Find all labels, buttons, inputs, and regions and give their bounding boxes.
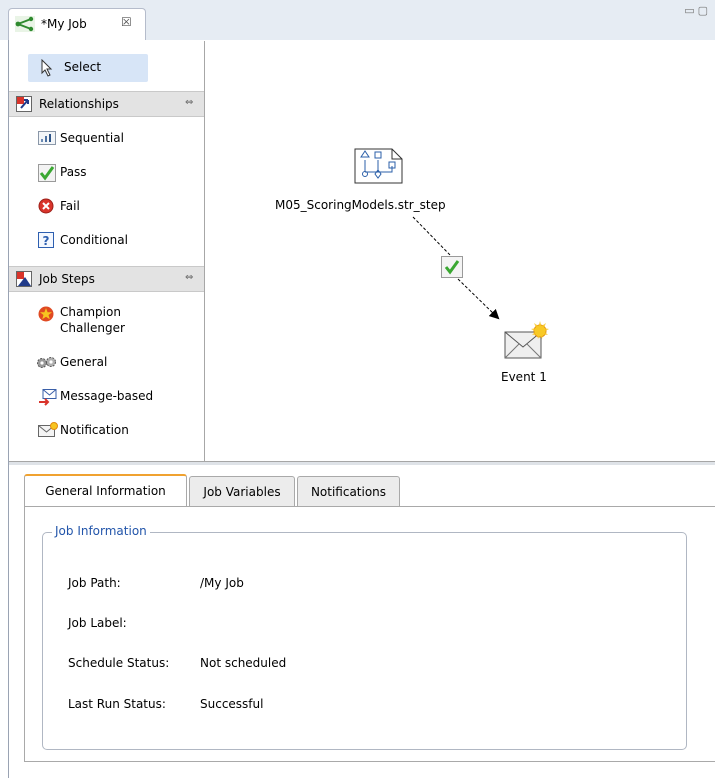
tab-label: Job Variables: [203, 485, 281, 499]
field-label-job-path: Job Path:: [68, 576, 121, 590]
field-value-job-path: /My Job: [200, 576, 244, 590]
tab-job-variables[interactable]: Job Variables: [189, 476, 295, 506]
field-value-last-run-status: Successful: [200, 697, 264, 711]
connector-line-segment[interactable]: [412, 216, 452, 257]
field-value-schedule-status: Not scheduled: [200, 656, 287, 670]
pass-check-icon[interactable]: [441, 256, 463, 278]
node-label[interactable]: M05_ScoringModels.str_step: [275, 198, 446, 212]
connector-lines: [412, 216, 500, 320]
tab-general-information[interactable]: General Information: [24, 474, 187, 506]
field-label-last-run-status: Last Run Status:: [68, 697, 166, 711]
group-title: Job Information: [52, 524, 150, 538]
tab-notifications[interactable]: Notifications: [297, 476, 400, 506]
field-label-job-label: Job Label:: [68, 616, 127, 630]
event-envelope-icon[interactable]: [504, 320, 550, 363]
node-label[interactable]: Event 1: [501, 370, 547, 384]
job-information-group: [42, 532, 687, 750]
tab-label: Notifications: [310, 485, 387, 499]
strategy-step-document-icon[interactable]: [354, 148, 404, 187]
field-label-schedule-status: Schedule Status:: [68, 656, 170, 670]
tab-label: General Information: [45, 484, 166, 498]
connector-line-segment[interactable]: [457, 278, 500, 320]
